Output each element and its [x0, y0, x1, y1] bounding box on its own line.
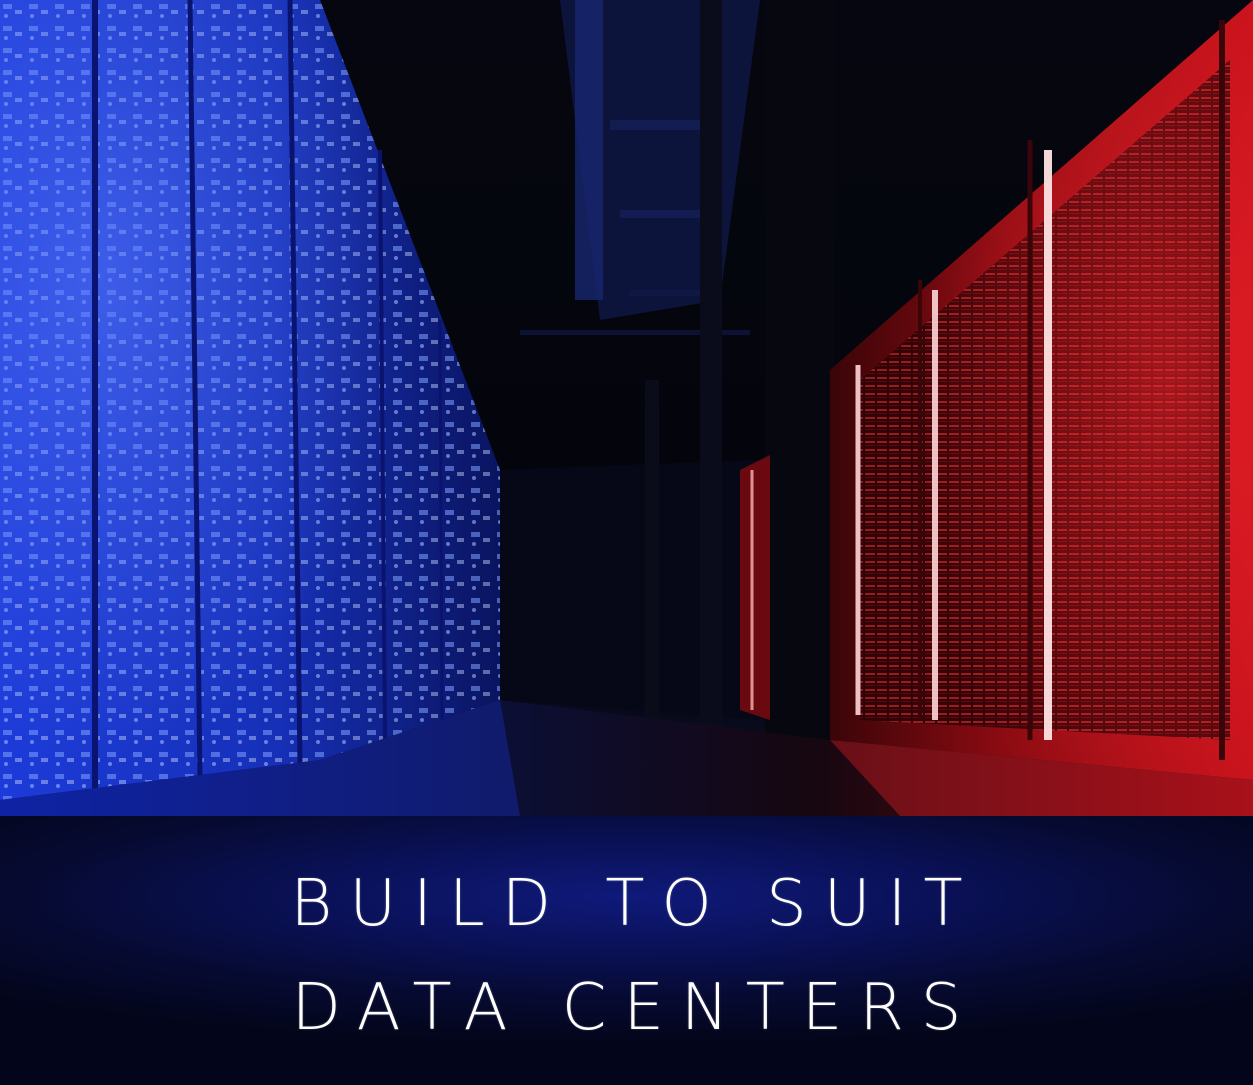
caption-band: BUILD TO SUIT DATA CENTERS [0, 816, 1253, 1085]
page: BUILD TO SUIT DATA CENTERS [0, 0, 1253, 1085]
photo-illustration [0, 0, 1253, 816]
caption-line-1: BUILD TO SUIT [290, 867, 980, 941]
data-center-photo [0, 0, 1253, 816]
caption-line-2: DATA CENTERS [291, 971, 979, 1045]
